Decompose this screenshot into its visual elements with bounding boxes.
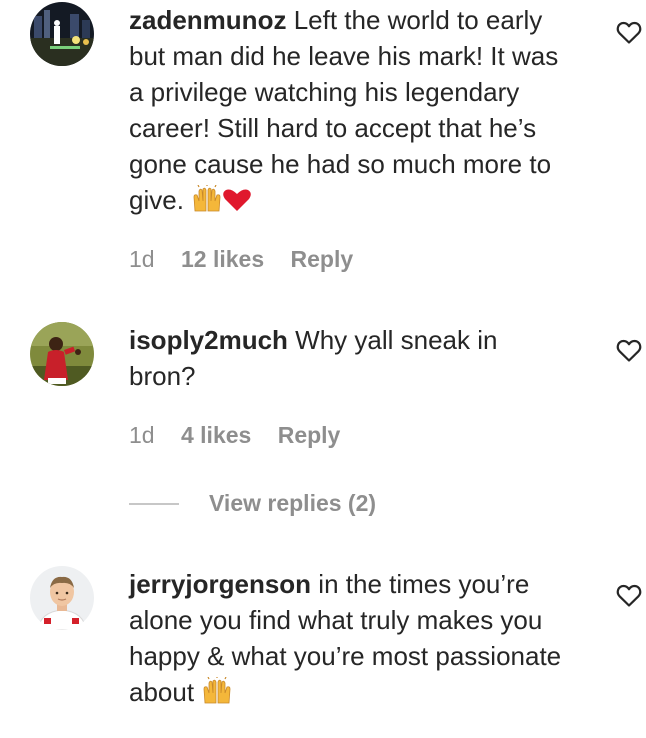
avatar[interactable] xyxy=(30,566,94,630)
likes-count[interactable]: 12 likes xyxy=(181,246,264,272)
comment-text: jerryjorgenson in the times you’re alone… xyxy=(129,566,569,714)
raised-hands-icon xyxy=(193,184,221,212)
username[interactable]: jerryjorgenson xyxy=(129,569,311,599)
like-heart-icon[interactable] xyxy=(616,584,642,608)
comment-time: 1d xyxy=(129,422,155,448)
avatar[interactable] xyxy=(30,322,94,386)
emoji-icon xyxy=(193,184,251,212)
raised-hands-icon xyxy=(203,676,231,704)
avatar-young-man-icon xyxy=(30,566,94,630)
comment-text: isoply2much Why yall sneak in bron? xyxy=(129,322,569,394)
comment-meta: 1d 4 likes Reply xyxy=(129,420,360,450)
red-heart-icon xyxy=(223,189,251,211)
avatar[interactable] xyxy=(30,2,94,66)
comment-time: 1d xyxy=(129,246,155,272)
replies-divider-line xyxy=(129,503,179,505)
username[interactable]: isoply2much xyxy=(129,325,288,355)
username[interactable]: zadenmunoz xyxy=(129,5,286,35)
avatar-basketball-player-icon xyxy=(30,322,94,386)
like-heart-icon[interactable] xyxy=(616,339,642,363)
comment-content: Left the world to early but man did he l… xyxy=(129,5,559,215)
raised-hands-emoji xyxy=(201,676,233,714)
avatar-city-night-icon xyxy=(30,2,94,66)
reply-button[interactable]: Reply xyxy=(291,246,354,272)
view-replies-button[interactable]: View replies (2) xyxy=(209,487,376,519)
comment-meta: 1d 12 likes Reply xyxy=(129,244,373,274)
reply-button[interactable]: Reply xyxy=(278,422,341,448)
likes-count[interactable]: 4 likes xyxy=(181,422,251,448)
like-heart-icon[interactable] xyxy=(616,21,642,45)
raised-hands-heart-emoji xyxy=(191,184,251,222)
comment-text: zadenmunoz Left the world to early but m… xyxy=(129,2,569,222)
